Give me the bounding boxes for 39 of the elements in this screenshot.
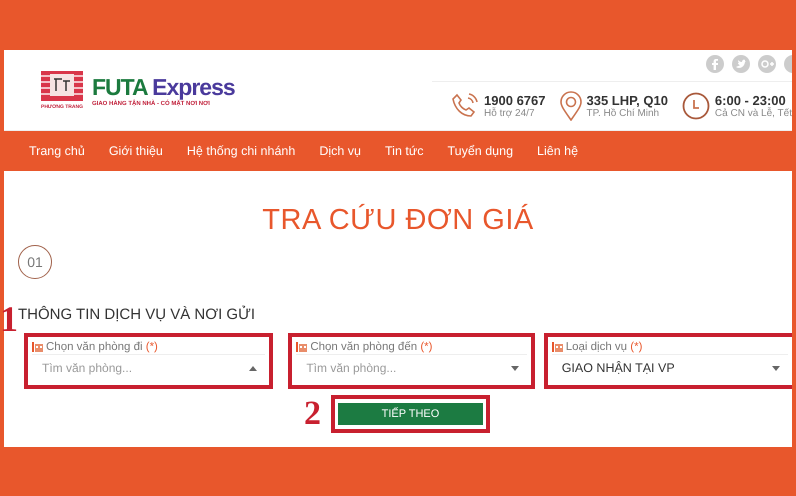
nav-link[interactable]: Hệ thống chi nhánh xyxy=(186,144,296,158)
annotation-number: 2 xyxy=(304,397,321,431)
next-button[interactable]: TIẾP THEO xyxy=(338,403,483,425)
nav-link[interactable]: Giới thiệu xyxy=(108,144,163,158)
select-field[interactable]: Tìm văn phòng... xyxy=(296,354,527,381)
field-label: Chọn văn phòng đến (*) xyxy=(310,340,432,352)
twitter-icon[interactable] xyxy=(732,55,750,73)
nav-link[interactable]: Dịch vụ xyxy=(319,144,361,158)
nav-link[interactable]: Liên hệ xyxy=(537,144,578,158)
social-icon[interactable] xyxy=(784,55,792,73)
nav-link[interactable]: Trang chủ xyxy=(29,144,85,158)
page-title: TRA CỨU ĐƠN GIÁ xyxy=(261,204,535,237)
select-field[interactable]: Tìm văn phòng... xyxy=(32,354,266,381)
contact-sub: TP. Hồ Chí Minh xyxy=(586,108,660,119)
section-title: THÔNG TIN DỊCH VỤ VÀ NƠI GỬI xyxy=(18,306,256,323)
contact-main: 6:00 - 23:00 xyxy=(714,93,787,108)
caret-icon xyxy=(249,366,258,370)
field-label: Loại dịch vụ (*) xyxy=(566,340,642,352)
caret-icon xyxy=(772,366,780,370)
logo-icon xyxy=(41,70,83,100)
clock-icon xyxy=(682,92,710,120)
location-pin-icon xyxy=(560,91,582,121)
caret-icon xyxy=(510,366,519,370)
office-icon xyxy=(552,342,563,352)
contact-main: 335 LHP, Q10 xyxy=(586,93,668,108)
google-plus-icon[interactable] xyxy=(758,55,776,73)
select-field[interactable]: GIAO NHẬN TẠI VP xyxy=(552,354,788,381)
phone-icon xyxy=(451,92,480,120)
contact-sub: Hỗ trợ 24/7 xyxy=(484,108,536,119)
step-number: 01 xyxy=(18,245,52,279)
nav-link[interactable]: Tin tức xyxy=(385,144,424,158)
brand-name: FUTA Express xyxy=(92,74,235,100)
nav-link[interactable]: Tuyển dụng xyxy=(447,144,514,158)
contact-sub: Cả CN và Lễ, Tết xyxy=(714,108,792,119)
contact-main: 1900 6767 xyxy=(484,93,546,108)
office-icon xyxy=(296,342,308,352)
field-label: Chọn văn phòng đi (*) xyxy=(46,340,158,352)
facebook-icon[interactable] xyxy=(706,55,724,73)
office-icon xyxy=(32,342,43,352)
